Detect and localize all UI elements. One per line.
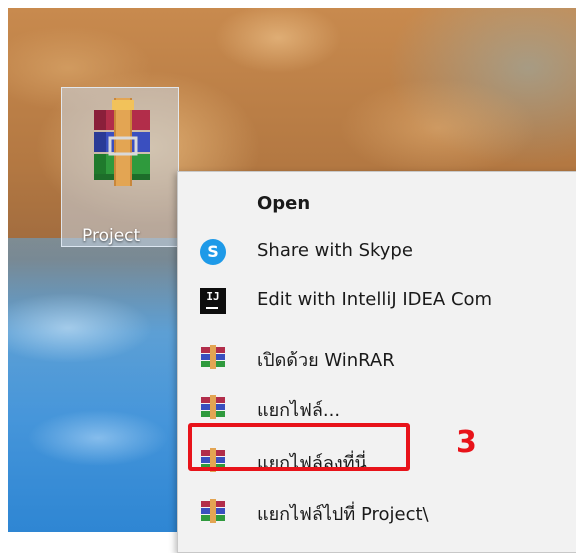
menu-item-label: เปิดด้วย WinRAR — [257, 350, 395, 371]
winrar-icon — [201, 499, 225, 523]
menu-item-edit-with-intellij[interactable]: IJ Edit with IntelliJ IDEA Com — [178, 278, 576, 324]
skype-icon: S — [200, 239, 226, 265]
desktop-file-project[interactable]: Project — [61, 87, 179, 247]
menu-item-open[interactable]: Open — [178, 182, 576, 228]
menu-item-share-with-skype[interactable]: S Share with Skype — [178, 229, 576, 275]
intellij-icon: IJ — [200, 288, 226, 314]
winrar-icon — [201, 395, 225, 419]
intellij-icon-text: IJ — [206, 290, 220, 303]
menu-item-label: Edit with IntelliJ IDEA Com — [257, 289, 493, 310]
winrar-icon — [201, 345, 225, 369]
menu-item-open-with-winrar[interactable]: เปิดด้วย WinRAR — [178, 334, 576, 380]
intellij-icon-bar — [206, 307, 218, 309]
annotation-highlight-box — [188, 423, 410, 471]
menu-item-label: แยกไฟล์ไปที่ Project\ — [257, 504, 429, 525]
menu-item-label: แยกไฟล์... — [257, 400, 341, 421]
menu-item-label: Open — [257, 193, 311, 214]
winrar-archive-icon — [94, 98, 150, 186]
context-menu: Open S Share with Skype IJ Edit with Int… — [177, 171, 576, 553]
annotation-step-number: 3 — [456, 425, 477, 460]
menu-item-extract-to-project[interactable]: แยกไฟล์ไปที่ Project\ — [178, 488, 576, 534]
desktop-file-label: Project — [82, 226, 141, 246]
menu-item-label: Share with Skype — [257, 240, 413, 261]
